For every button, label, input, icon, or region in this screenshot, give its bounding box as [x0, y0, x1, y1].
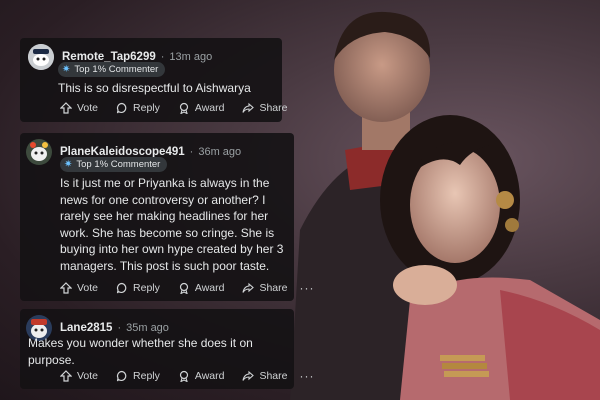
upvote-arrow-icon	[60, 282, 72, 294]
award-button[interactable]: Award	[178, 282, 225, 294]
vote-button[interactable]: Vote	[60, 370, 98, 382]
award-button[interactable]: Award	[178, 370, 225, 382]
star-badge-icon: ✷	[62, 64, 71, 75]
award-icon	[179, 370, 188, 382]
vote-label: Vote	[77, 370, 99, 382]
reply-label: Reply	[133, 102, 160, 114]
reply-button[interactable]: Reply	[116, 102, 160, 114]
couple-photo	[290, 11, 600, 400]
share-button[interactable]: Share	[242, 370, 288, 382]
comment-text: Makes you wonder whether she does it on …	[28, 336, 253, 367]
vote-label: Vote	[77, 102, 99, 114]
vote-button[interactable]: Vote	[60, 282, 98, 294]
comment-card: Remote_Tap6299 · 13m ago ✷ Top 1% Commen…	[20, 38, 288, 122]
award-icon	[179, 282, 188, 294]
upvote-arrow-icon	[60, 102, 72, 114]
reply-button[interactable]: Reply	[116, 370, 160, 382]
comment-card: PlaneKaleidoscope491 · 36m ago ✷ Top 1% …	[20, 133, 314, 301]
award-icon	[179, 102, 188, 114]
comment-text: Is it just me or Priyanka is always in t…	[60, 176, 284, 273]
timestamp: 35m ago	[126, 322, 169, 334]
speech-bubble-icon	[116, 370, 127, 382]
vote-label: Vote	[77, 282, 99, 294]
reply-button[interactable]: Reply	[116, 282, 160, 294]
speech-bubble-icon	[116, 102, 127, 114]
timestamp: 36m ago	[198, 146, 242, 158]
timestamp: 13m ago	[169, 51, 213, 63]
comment-actions: Vote Reply Award Share ···	[60, 369, 315, 383]
share-arrow-icon	[242, 370, 255, 381]
share-label: Share	[259, 282, 288, 294]
snoo-avatar-icon	[28, 44, 54, 70]
award-button[interactable]: Award	[178, 102, 225, 114]
snoo-avatar-icon	[26, 139, 52, 165]
award-label: Award	[194, 282, 225, 294]
status-badge: ✷ Top 1% Commenter	[60, 157, 168, 172]
comment-text: This is so disrespectful to Aishwarya	[58, 81, 251, 95]
status-badge: ✷ Top 1% Commenter	[58, 62, 166, 77]
share-button[interactable]: Share	[242, 282, 288, 294]
badge-label: Top 1% Commenter	[74, 64, 159, 75]
share-arrow-icon	[242, 282, 255, 293]
share-arrow-icon	[242, 102, 255, 113]
upvote-arrow-icon	[60, 370, 72, 382]
avatar[interactable]	[26, 139, 52, 165]
comment-card: Lane2815 · 35m ago Makes you wonder whet…	[20, 309, 314, 389]
comment-actions: Vote Reply Award Share	[60, 102, 306, 114]
star-badge-icon: ✷	[64, 159, 73, 170]
comment-actions: Vote Reply Award Share ···	[60, 281, 315, 295]
share-label: Share	[259, 370, 288, 382]
share-button[interactable]: Share	[242, 102, 288, 114]
more-options-button[interactable]: ···	[300, 369, 315, 383]
username[interactable]: Lane2815	[60, 322, 112, 334]
share-label: Share	[259, 102, 288, 114]
reply-label: Reply	[133, 370, 160, 382]
avatar[interactable]	[28, 44, 54, 70]
badge-label: Top 1% Commenter	[76, 159, 161, 170]
vote-button[interactable]: Vote	[60, 102, 98, 114]
award-label: Award	[194, 370, 225, 382]
award-label: Award	[194, 102, 225, 114]
speech-bubble-icon	[116, 282, 127, 294]
separator-dot: ·	[160, 51, 165, 63]
more-options-button[interactable]: ···	[300, 281, 315, 295]
separator-dot: ·	[189, 146, 194, 158]
reply-label: Reply	[133, 282, 160, 294]
separator-dot: ·	[117, 322, 122, 334]
